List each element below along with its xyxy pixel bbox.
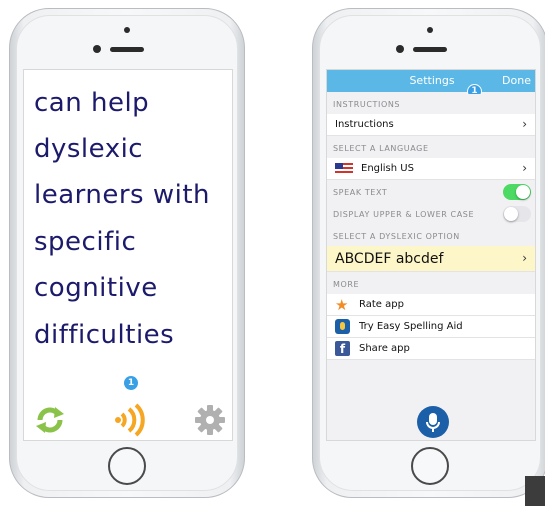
case-label: DISPLAY UPPER & LOWER CASE: [333, 210, 475, 219]
settings-screen: Settings Done 1 INSTRUCTIONS Instruction…: [326, 69, 536, 441]
upper-lower-case-toggle[interactable]: [503, 206, 531, 222]
notification-badge: 1: [124, 376, 138, 390]
chevron-right-icon: ›: [522, 161, 527, 175]
front-camera: [427, 27, 433, 33]
earpiece-speaker: [110, 47, 144, 52]
gear-icon[interactable]: [194, 404, 226, 436]
section-header-language: SELECT A LANGUAGE: [327, 138, 535, 158]
facebook-icon: f: [335, 341, 350, 356]
phone-frame-left: can help dyslexic learners with specific…: [9, 8, 245, 498]
sensor: [93, 45, 101, 53]
instructions-row[interactable]: Instructions ›: [327, 114, 535, 136]
microphone-icon[interactable]: [417, 406, 449, 438]
app-icon: [335, 319, 350, 334]
corner-decoration: [525, 476, 545, 506]
case-row: DISPLAY UPPER & LOWER CASE: [327, 204, 535, 224]
text-line: difficulties: [34, 320, 175, 350]
rate-app-row[interactable]: ★ Rate app: [327, 294, 535, 316]
refresh-icon[interactable]: [32, 402, 68, 438]
language-label: English US: [361, 163, 414, 174]
language-row[interactable]: English US ›: [327, 158, 535, 180]
front-camera: [124, 27, 130, 33]
speaker-icon[interactable]: [112, 402, 152, 438]
speak-text-row: SPEAK TEXT: [327, 182, 535, 202]
star-icon: ★: [335, 296, 349, 314]
try-app-label: Try Easy Spelling Aid: [359, 321, 463, 332]
chevron-right-icon: ›: [522, 251, 527, 265]
chevron-right-icon: ›: [522, 117, 527, 131]
try-app-row[interactable]: Try Easy Spelling Aid: [327, 316, 535, 338]
sensor: [396, 45, 404, 53]
share-app-row[interactable]: f Share app: [327, 338, 535, 360]
text-line: specific: [34, 227, 137, 257]
section-header-more: MORE: [327, 274, 535, 294]
home-button[interactable]: [411, 447, 449, 485]
section-header-dyslexic: SELECT A DYSLEXIC OPTION: [327, 226, 535, 246]
us-flag-icon: [335, 163, 353, 175]
instructions-label: Instructions: [335, 119, 394, 130]
done-button[interactable]: Done: [502, 74, 531, 87]
text-line: dyslexic: [34, 134, 144, 164]
rate-app-label: Rate app: [359, 299, 404, 310]
share-app-label: Share app: [359, 343, 410, 354]
font-option-row[interactable]: ABCDEF abcdef ›: [327, 246, 535, 272]
speak-text-label: SPEAK TEXT: [333, 188, 388, 197]
text-line: cognitive: [34, 273, 158, 303]
text-line: learners with: [34, 180, 211, 210]
reading-screen: can help dyslexic learners with specific…: [23, 69, 233, 441]
earpiece-speaker: [413, 47, 447, 52]
speak-text-toggle[interactable]: [503, 184, 531, 200]
navigation-bar: Settings Done: [327, 70, 535, 92]
home-button[interactable]: [108, 447, 146, 485]
phone-frame-right: Settings Done 1 INSTRUCTIONS Instruction…: [312, 8, 545, 498]
font-sample-label: ABCDEF abcdef: [335, 251, 444, 267]
section-header-instructions: INSTRUCTIONS: [327, 94, 535, 114]
text-line: can help: [34, 88, 150, 118]
